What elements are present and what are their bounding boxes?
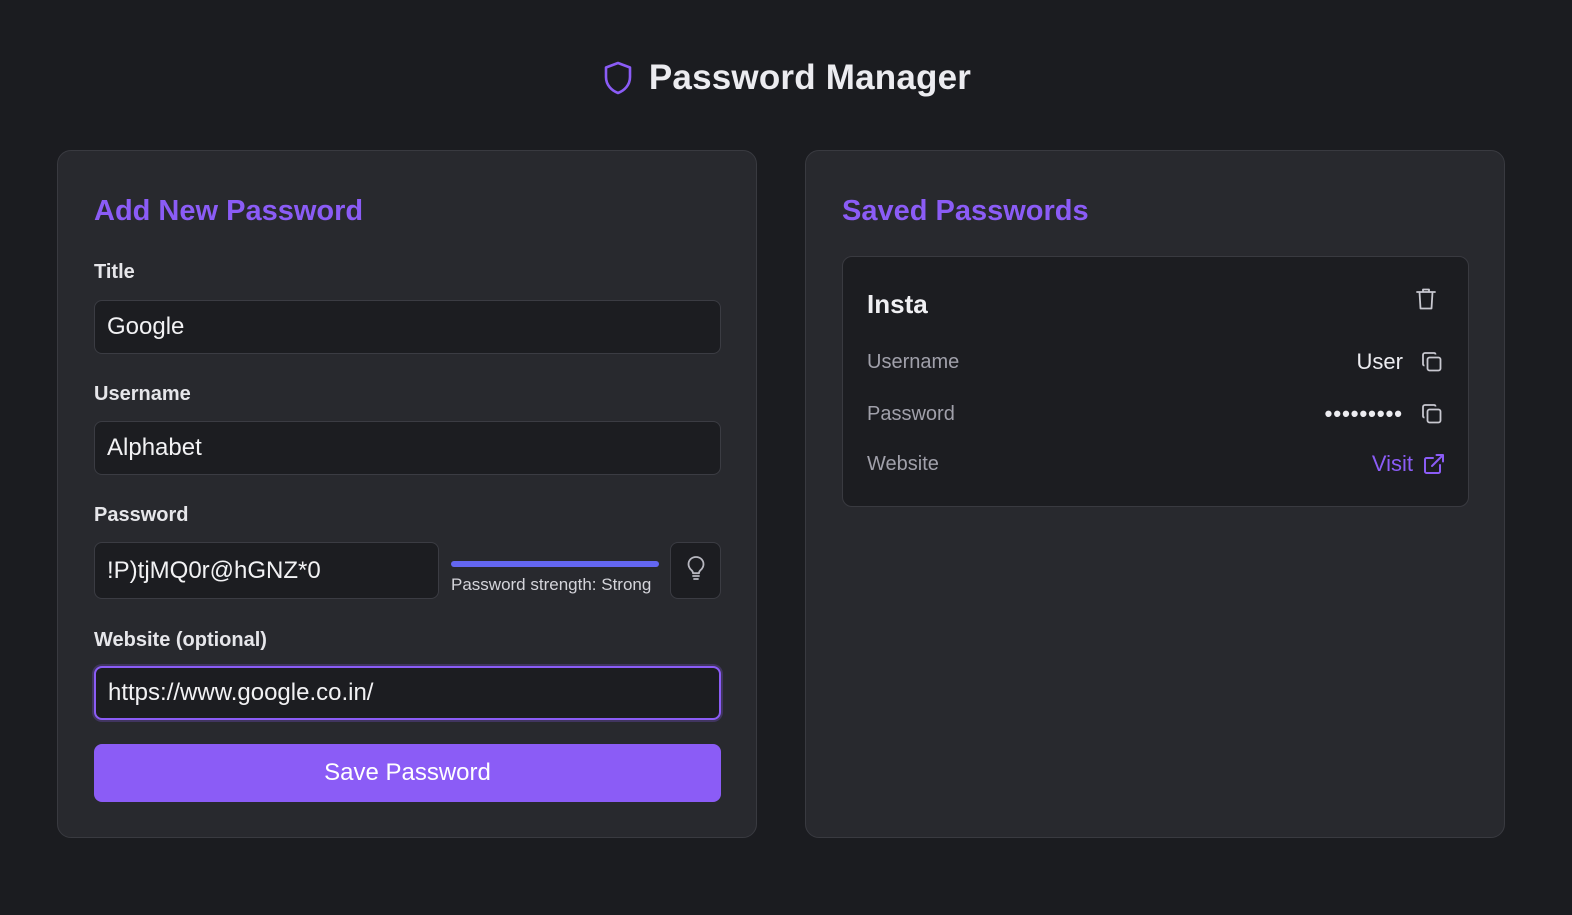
strength-bar-track xyxy=(451,561,659,567)
entry-username-label: Username xyxy=(867,350,960,373)
title-input[interactable]: Google xyxy=(94,300,721,354)
copy-password-button[interactable] xyxy=(1419,401,1445,427)
entry-website-row: Website Visit xyxy=(867,448,1445,480)
title-label: Title xyxy=(94,261,135,283)
external-link-icon xyxy=(1424,454,1444,474)
strength-bar-fill xyxy=(451,561,659,567)
shield-icon xyxy=(601,60,635,96)
saved-entry: Insta Username User Password ••••••••• W… xyxy=(842,256,1469,507)
password-label: Password xyxy=(94,504,189,526)
entry-website-label: Website xyxy=(867,452,939,475)
entry-password-masked: ••••••••• xyxy=(1324,401,1403,426)
copy-username-button[interactable] xyxy=(1419,349,1445,375)
website-input[interactable]: https://www.google.co.in/ xyxy=(94,666,721,720)
generate-password-button[interactable] xyxy=(670,542,721,599)
delete-entry-button[interactable] xyxy=(1413,287,1439,315)
entry-password-label: Password xyxy=(867,402,955,425)
copy-icon xyxy=(1422,404,1442,424)
entry-username-row: Username User xyxy=(867,346,1445,378)
lightbulb-icon xyxy=(686,555,706,586)
trash-icon xyxy=(1415,287,1437,316)
username-label: Username xyxy=(94,383,191,405)
entry-title: Insta xyxy=(867,289,928,319)
entry-password-row: Password ••••••••• xyxy=(867,398,1445,430)
app-header: Password Manager xyxy=(0,52,1572,104)
add-password-heading: Add New Password xyxy=(94,195,364,227)
entry-username-value: User xyxy=(1356,349,1403,374)
add-password-card: Add New Password Title Google Username A… xyxy=(57,150,757,838)
saved-passwords-heading: Saved Passwords xyxy=(842,195,1089,227)
visit-website-link[interactable]: Visit xyxy=(1372,451,1445,477)
saved-passwords-card: Saved Passwords Insta Username User Pass… xyxy=(805,150,1505,838)
app-title: Password Manager xyxy=(648,58,972,97)
password-strength-meter: Password strength: Strong xyxy=(451,561,659,601)
password-input[interactable]: !P)tjMQ0r@hGNZ*0 xyxy=(94,542,439,599)
visit-label: Visit xyxy=(1371,451,1413,476)
save-password-button[interactable]: Save Password xyxy=(94,744,721,802)
strength-text: Password strength: Strong xyxy=(451,575,652,594)
website-label: Website (optional) xyxy=(94,629,267,651)
username-input[interactable]: Alphabet xyxy=(94,421,721,475)
copy-icon xyxy=(1422,352,1442,372)
